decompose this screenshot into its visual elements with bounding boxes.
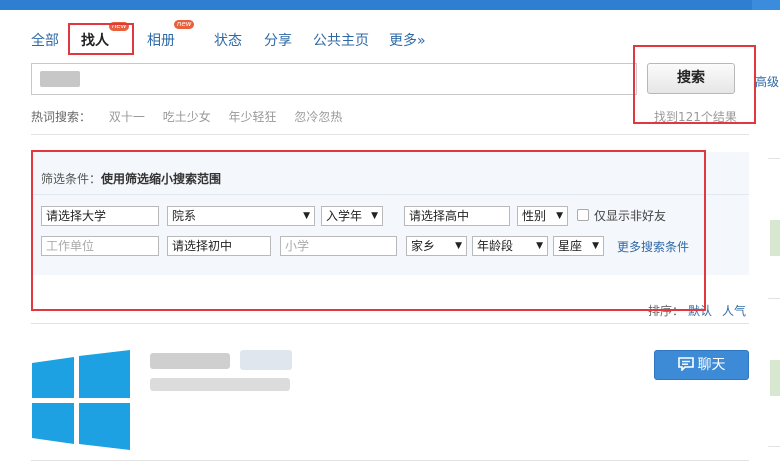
divider (768, 298, 780, 299)
divider (768, 446, 780, 447)
non-friends-checkbox[interactable] (577, 209, 589, 221)
chat-button[interactable]: 聊天 (654, 350, 749, 380)
filter-panel: 筛选条件：使用筛选缩小搜索范围 请选择大学 院系 入学年 请选择高中 性别 仅显… (31, 152, 749, 275)
more-conditions-link[interactable]: 更多搜索条件 (617, 238, 689, 255)
top-nav-bar-edge (752, 0, 780, 10)
hot-keyword[interactable]: 双十一 (109, 110, 145, 124)
age-range-select[interactable]: 年龄段 (472, 236, 548, 256)
hot-keyword[interactable]: 年少轻狂 (229, 110, 277, 124)
search-input[interactable] (31, 63, 637, 95)
filter-title-main: 使用筛选缩小搜索范围 (101, 172, 222, 186)
search-button[interactable]: 搜索 (647, 63, 735, 94)
sidebar-thumbnail[interactable] (770, 360, 780, 396)
gender-select[interactable]: 性别 (517, 206, 568, 226)
tab-find-people[interactable]: 找人 (81, 30, 109, 50)
divider (31, 323, 749, 324)
filter-title-prefix: 筛选条件： (41, 172, 102, 186)
middle-school-select[interactable]: 请选择初中 (167, 236, 271, 256)
zodiac-select[interactable]: 星座 (553, 236, 604, 256)
university-select[interactable]: 请选择大学 (41, 206, 159, 226)
divider (31, 460, 749, 461)
top-nav-bar (0, 0, 752, 10)
hot-search-row: 热词搜索： 双十一 吃土少女 年少轻狂 忽冷忽热 (31, 108, 342, 125)
chat-label: 聊天 (697, 357, 726, 373)
redacted-badge (240, 350, 292, 370)
windows-logo-icon[interactable] (32, 350, 130, 450)
divider (31, 134, 749, 135)
sort-bar: 排序： 默认 人气 (648, 302, 746, 319)
redacted-info (150, 378, 290, 391)
divider (31, 194, 749, 195)
new-badge: new (109, 22, 130, 31)
sort-popularity[interactable]: 人气 (722, 304, 746, 318)
right-sidebar (768, 150, 780, 466)
redacted-query (40, 71, 80, 87)
tab-all[interactable]: 全部 (31, 30, 59, 50)
filter-title: 筛选条件：使用筛选缩小搜索范围 (41, 170, 221, 187)
divider (768, 158, 780, 159)
tab-share[interactable]: 分享 (264, 30, 292, 50)
enroll-year-select[interactable]: 入学年 (321, 206, 383, 226)
sidebar-thumbnail[interactable] (770, 220, 780, 256)
department-select[interactable]: 院系 (167, 206, 315, 226)
sort-label: 排序： (648, 304, 685, 318)
non-friends-label: 仅显示非好友 (594, 209, 667, 223)
chat-bubble-icon (677, 356, 694, 372)
hot-search-label: 热词搜索： (31, 110, 92, 124)
hot-keyword[interactable]: 忽冷忽热 (294, 110, 342, 124)
new-badge: new (174, 20, 195, 29)
advanced-search-link[interactable]: 高级 (755, 73, 779, 90)
primary-school-input[interactable]: 小学 (280, 236, 397, 256)
tab-status[interactable]: 状态 (214, 30, 242, 50)
tab-albums[interactable]: 相册 (147, 30, 175, 50)
result-count: 找到121个结果 (654, 110, 737, 124)
hometown-select[interactable]: 家乡 (406, 236, 467, 256)
hot-keyword[interactable]: 吃土少女 (163, 110, 211, 124)
work-unit-input[interactable]: 工作单位 (41, 236, 159, 256)
high-school-select[interactable]: 请选择高中 (404, 206, 510, 226)
redacted-name (150, 353, 230, 369)
tab-more[interactable]: 更多» (389, 30, 426, 50)
sort-default[interactable]: 默认 (688, 304, 712, 318)
tab-public-pages[interactable]: 公共主页 (313, 30, 369, 50)
